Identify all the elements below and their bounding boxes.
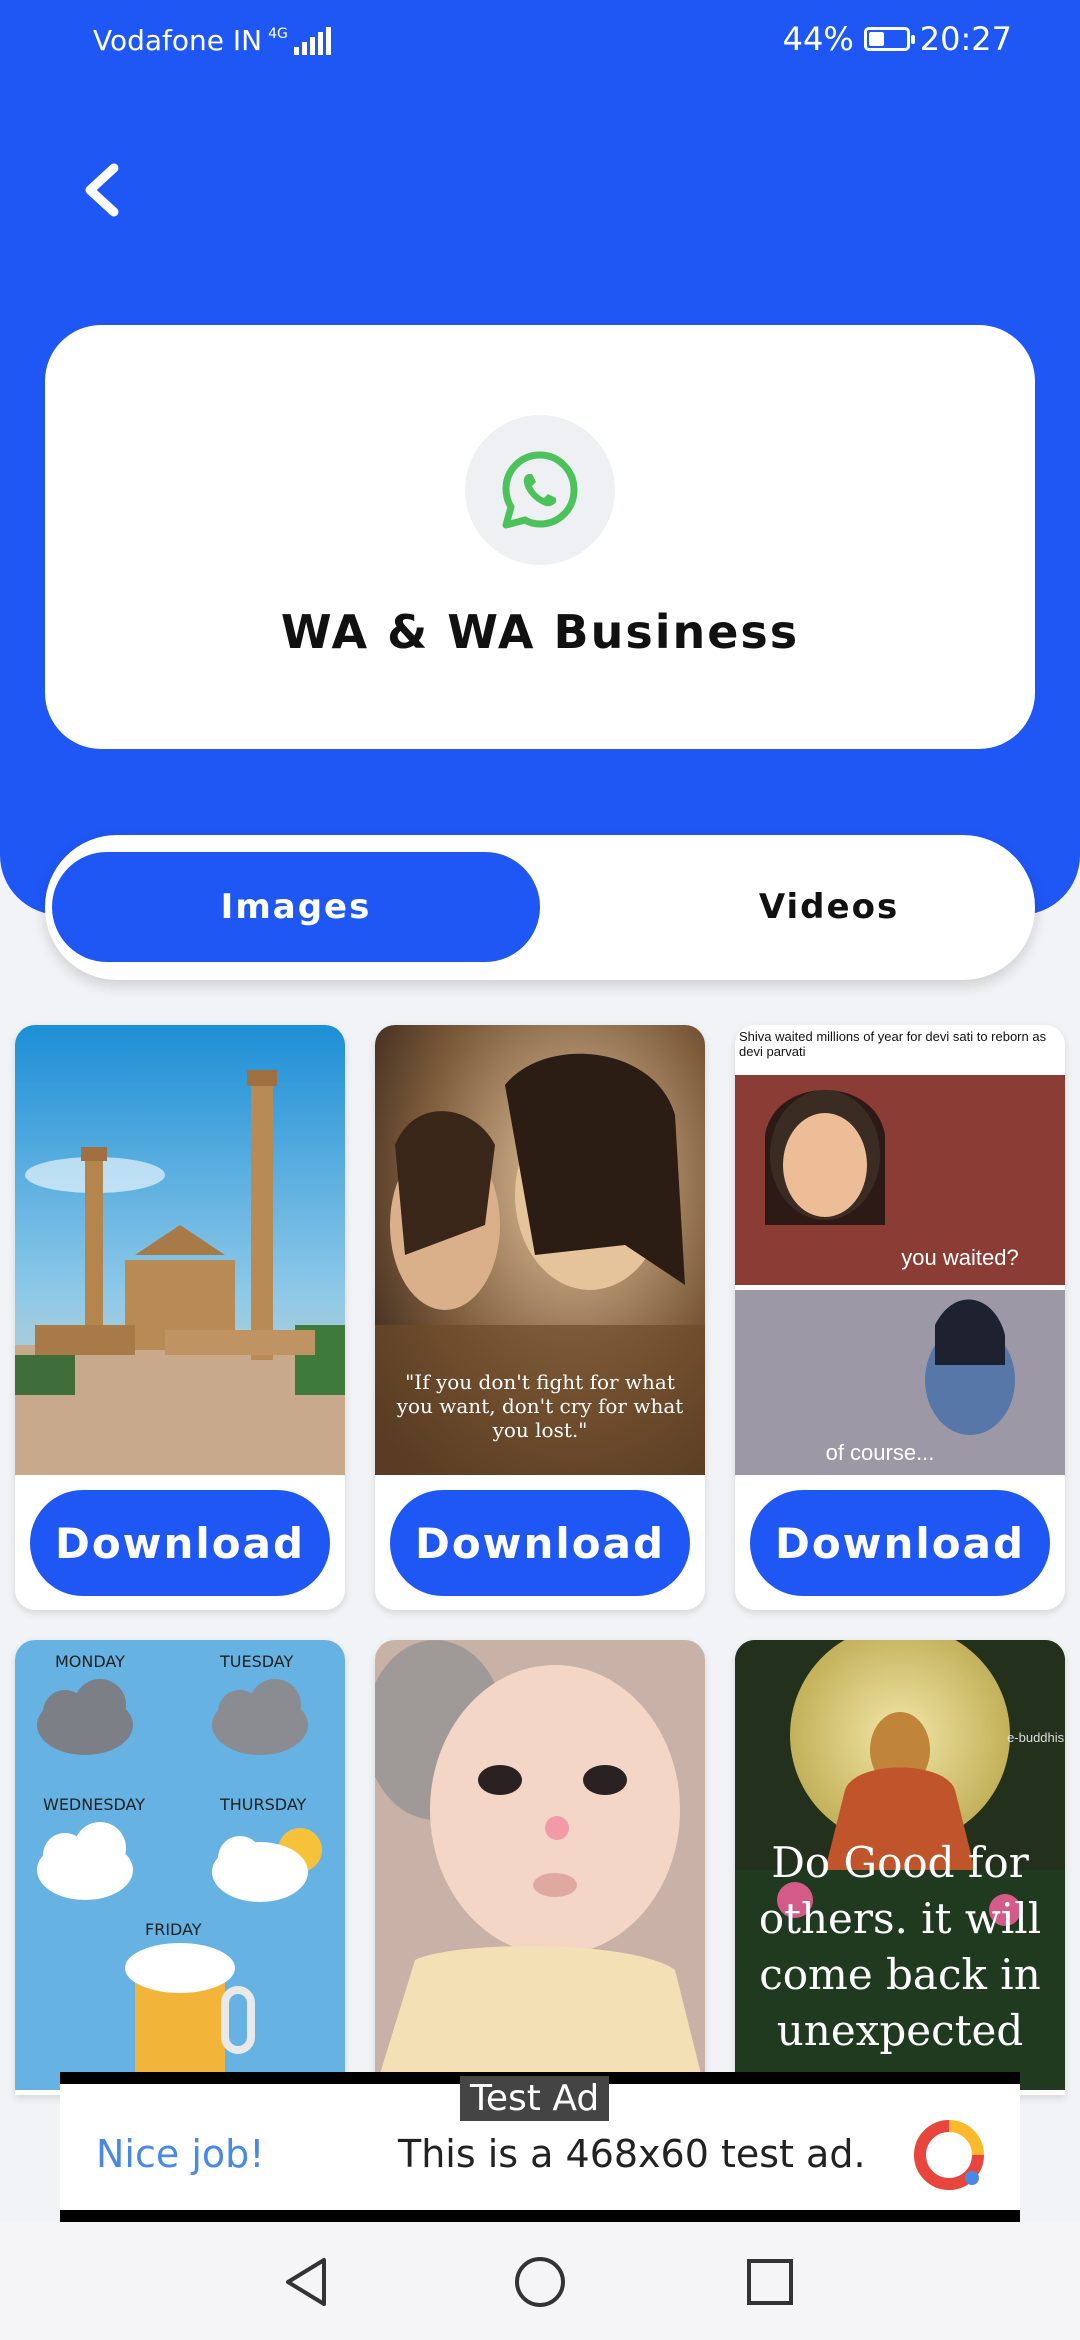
status-tile [375, 1640, 705, 2095]
storm-cloud-icon [37, 1679, 133, 1755]
ad-headline: Nice job! [96, 2132, 265, 2176]
system-nav-bar [0, 2222, 1080, 2340]
media-tabs: Images Videos [45, 835, 1035, 980]
battery-icon [863, 27, 915, 51]
thumbnail-caption: "If you don't fight for what you want, d… [396, 1370, 684, 1442]
thumbnail-caption-bottom: of course... [825, 1440, 935, 1465]
battery-percent: 44% [782, 20, 854, 58]
thumbnail-caption-top: Shiva waited millions of year for devi s… [739, 1029, 1047, 1059]
download-button[interactable]: Download [750, 1490, 1050, 1596]
thumbnail-caption-mid: you waited? [901, 1245, 1019, 1270]
sun-cloud-icon [212, 1828, 322, 1902]
status-thumbnail[interactable]: "If you don't fight for what you want, d… [375, 1025, 705, 1475]
tab-videos[interactable]: Videos [585, 852, 1073, 962]
status-tile: "If you don't fight for what you want, d… [375, 1025, 705, 1610]
status-left: Vodafone IN 4G [93, 24, 331, 57]
ad-banner[interactable]: Test Ad Nice job! This is a 468x60 test … [60, 2072, 1020, 2222]
back-button[interactable] [70, 150, 140, 230]
app-title: WA & WA Business [280, 605, 800, 659]
download-button[interactable]: Download [390, 1490, 690, 1596]
clock: 20:27 [919, 20, 1012, 58]
whatsapp-icon [502, 451, 578, 529]
ad-tag: Test Ad [460, 2076, 610, 2121]
app-card: WA & WA Business [45, 325, 1035, 749]
status-thumbnail[interactable]: e-buddhism Do Good for others. it will c… [735, 1640, 1065, 2090]
ad-logo-icon [914, 2120, 984, 2190]
status-thumbnail[interactable] [15, 1025, 345, 1475]
status-tile: MONDAY TUESDAY WEDNESDAY THURSDAY FRIDAY [15, 1640, 345, 2095]
rain-cloud-icon [212, 1679, 308, 1755]
status-right: 44% 20:27 [783, 20, 1012, 58]
thumbnail-caption: Do Good for others. it will come back in… [758, 1838, 1042, 2090]
app-icon-container [465, 415, 615, 565]
network-type: 4G [268, 25, 288, 42]
status-tile: Download [15, 1025, 345, 1610]
status-tile: Shiva waited millions of year for devi s… [735, 1025, 1065, 1610]
nav-recents-icon[interactable] [742, 2254, 798, 2310]
watermark: e-buddhism [1007, 1730, 1065, 1745]
status-thumbnail[interactable] [375, 1640, 705, 2090]
beer-mug-icon [125, 1943, 255, 2090]
ad-text: This is a 468x60 test ad. [398, 2132, 866, 2176]
carrier-label: Vodafone IN [93, 24, 263, 57]
nav-back-icon[interactable] [280, 2254, 336, 2310]
signal-icon [293, 26, 331, 55]
download-button[interactable]: Download [30, 1490, 330, 1596]
cloud-icon [37, 1822, 133, 1900]
status-thumbnail[interactable]: MONDAY TUESDAY WEDNESDAY THURSDAY FRIDAY [15, 1640, 345, 2090]
tab-images[interactable]: Images [52, 852, 540, 962]
status-tile: e-buddhism Do Good for others. it will c… [735, 1640, 1065, 2095]
nav-home-icon[interactable] [512, 2254, 568, 2310]
status-thumbnail[interactable]: Shiva waited millions of year for devi s… [735, 1025, 1065, 1475]
chevron-left-icon [85, 163, 119, 217]
status-bar: Vodafone IN 4G 44% 20:27 [0, 0, 1080, 86]
